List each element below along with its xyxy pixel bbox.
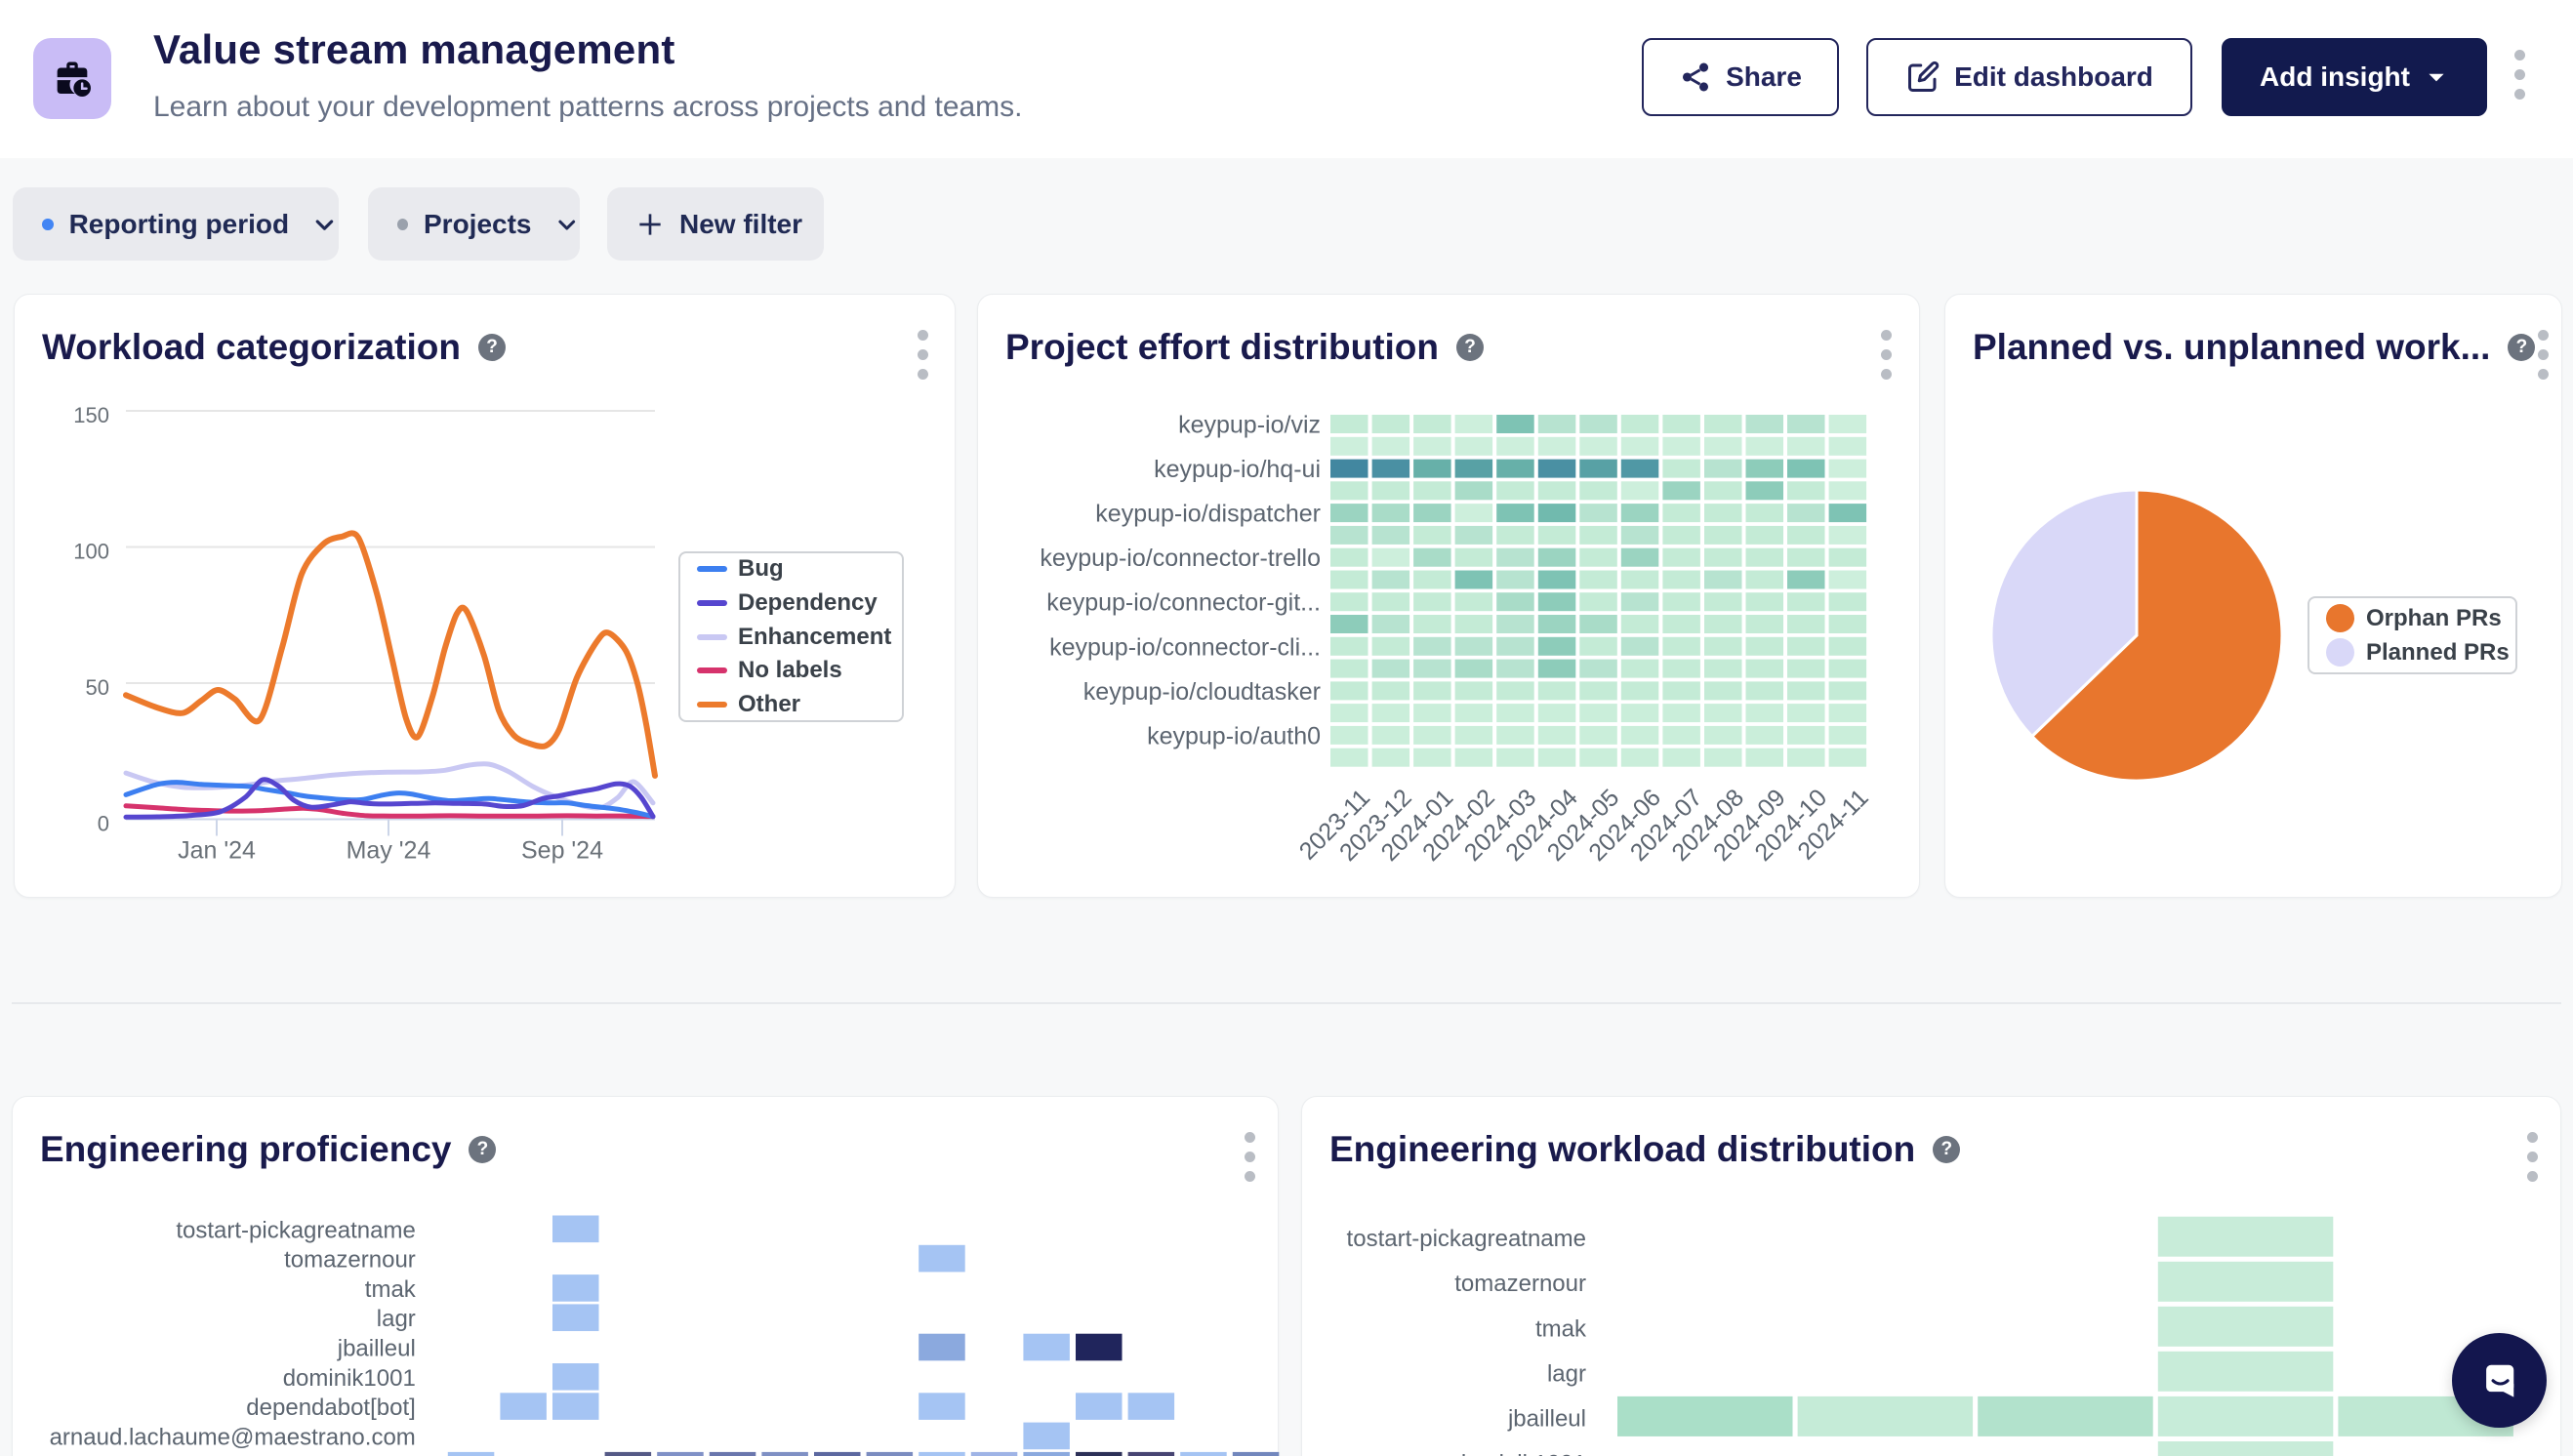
svg-text:Jan '24: Jan '24	[178, 837, 256, 865]
svg-text:dominik1001: dominik1001	[283, 1365, 416, 1392]
svg-text:dependabot[bot]: dependabot[bot]	[246, 1395, 416, 1421]
svg-text:keypup-io/auth0: keypup-io/auth0	[1147, 722, 1321, 749]
svg-text:jbailleul: jbailleul	[337, 1336, 416, 1362]
svg-text:keypup-io/hq-ui: keypup-io/hq-ui	[1154, 456, 1321, 483]
svg-text:100: 100	[73, 540, 109, 564]
svg-text:50: 50	[86, 675, 109, 700]
svg-text:May '24: May '24	[347, 837, 431, 865]
svg-text:tmak: tmak	[1535, 1315, 1587, 1342]
svg-text:tomazernour: tomazernour	[1454, 1271, 1586, 1297]
svg-text:tostart-pickagreatname: tostart-pickagreatname	[1347, 1226, 1586, 1252]
svg-text:keypup-io/dispatcher: keypup-io/dispatcher	[1095, 501, 1321, 528]
svg-text:arnaud.lachaume@maestrano.com: arnaud.lachaume@maestrano.com	[50, 1424, 416, 1450]
svg-text:keypup-io/connector-cli...: keypup-io/connector-cli...	[1049, 633, 1321, 661]
svg-text:tostart-pickagreatname: tostart-pickagreatname	[176, 1217, 415, 1243]
svg-text:lagr: lagr	[1547, 1360, 1586, 1387]
svg-text:keypup-io/viz: keypup-io/viz	[1178, 412, 1321, 439]
svg-text:150: 150	[73, 403, 109, 427]
svg-text:keypup-io/cloudtasker: keypup-io/cloudtasker	[1083, 678, 1321, 706]
svg-text:Sep '24: Sep '24	[521, 837, 603, 865]
svg-text:jbailleul: jbailleul	[1507, 1405, 1586, 1432]
svg-text:tomazernour: tomazernour	[284, 1247, 416, 1274]
svg-text:keypup-io/connector-git...: keypup-io/connector-git...	[1046, 589, 1321, 617]
svg-text:dominik1001: dominik1001	[1453, 1451, 1586, 1456]
svg-text:0: 0	[98, 812, 109, 836]
svg-text:keypup-io/connector-trello: keypup-io/connector-trello	[1040, 545, 1321, 572]
svg-text:tmak: tmak	[365, 1276, 417, 1303]
svg-text:lagr: lagr	[377, 1306, 416, 1332]
